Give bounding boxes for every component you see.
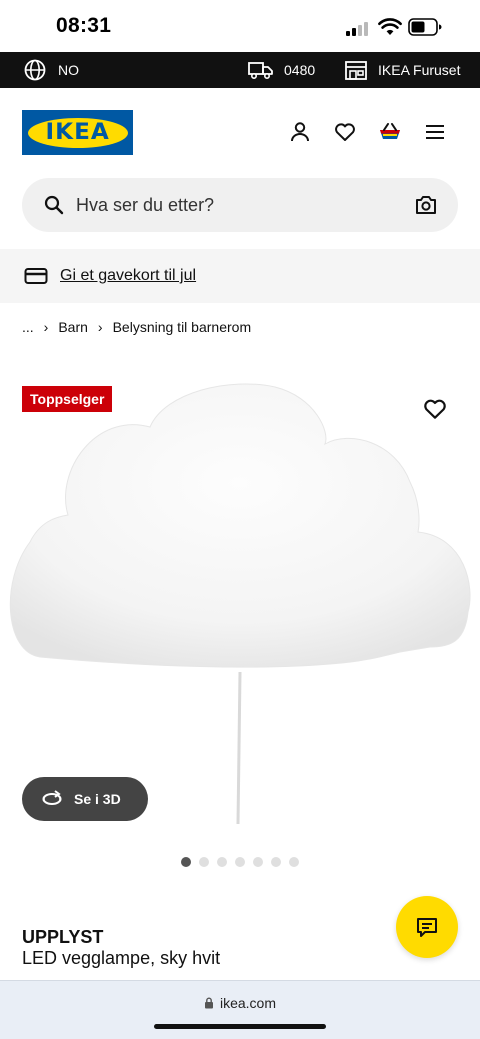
top-strip: NO 0480 IKEA Furuset [0, 52, 480, 88]
gift-card-icon [24, 268, 48, 284]
heart-icon[interactable] [333, 120, 357, 144]
store-label: IKEA Furuset [378, 62, 461, 78]
site-header: IKEA [0, 88, 480, 178]
status-bar: 08:31 [0, 0, 480, 52]
chat-button[interactable] [396, 896, 458, 958]
store-selector[interactable]: IKEA Furuset [344, 52, 460, 88]
battery-icon [408, 18, 442, 36]
language-selector[interactable]: NO [24, 52, 79, 88]
carousel-dot[interactable] [289, 857, 299, 867]
postcode-selector[interactable]: 0480 [248, 52, 315, 88]
browser-url-bar[interactable]: ikea.com [0, 980, 480, 1039]
store-icon [345, 61, 367, 80]
carousel-dot[interactable] [271, 857, 281, 867]
chevron-right-icon: › [43, 319, 49, 335]
basket-icon[interactable] [378, 120, 402, 144]
truck-icon [248, 62, 273, 80]
wifi-icon [378, 18, 402, 35]
cellular-signal-icon [346, 20, 370, 36]
breadcrumb-item-lighting[interactable]: Belysning til barnerom [113, 319, 252, 335]
product-name: UPPLYST [22, 927, 104, 947]
view-3d-button[interactable]: Se i 3D [22, 777, 148, 821]
camera-icon[interactable] [414, 193, 438, 217]
home-indicator[interactable] [154, 1024, 326, 1029]
carousel-dot[interactable] [235, 857, 245, 867]
search-bar[interactable] [22, 178, 458, 232]
image-carousel-dots [181, 857, 299, 867]
chat-icon [417, 918, 437, 937]
breadcrumb-ellipsis[interactable]: ... [22, 319, 34, 335]
bestseller-badge: Toppselger [22, 386, 113, 412]
carousel-dot[interactable] [199, 857, 209, 867]
globe-icon [24, 59, 46, 81]
url-display[interactable]: ikea.com [0, 995, 480, 1011]
user-icon[interactable] [288, 120, 312, 144]
favorite-heart-icon[interactable] [422, 396, 448, 422]
postcode-label: 0480 [284, 62, 316, 78]
view-3d-label: Se i 3D [74, 791, 121, 807]
menu-icon[interactable] [423, 120, 447, 144]
breadcrumb-item-barn[interactable]: Barn [58, 319, 88, 335]
gift-card-banner[interactable]: Gi et gavekort til jul [0, 249, 480, 303]
logo-oval: IKEA [27, 117, 128, 148]
status-time: 08:31 [56, 14, 112, 37]
carousel-dot[interactable] [253, 857, 263, 867]
carousel-dot[interactable] [181, 857, 191, 867]
product-description: LED vegglampe, sky hvit [22, 948, 221, 968]
logo-text: IKEA [45, 120, 110, 145]
carousel-dot[interactable] [217, 857, 227, 867]
rotate-3d-icon [42, 790, 62, 806]
ikea-logo[interactable]: IKEA [22, 110, 133, 155]
search-icon [44, 195, 64, 215]
breadcrumb: ... › Barn › Belysning til barnerom [22, 318, 251, 336]
gift-card-link[interactable]: Gi et gavekort til jul [60, 267, 196, 285]
search-input[interactable] [76, 178, 396, 232]
lock-icon [204, 997, 213, 1009]
url-text: ikea.com [219, 995, 277, 1011]
chevron-right-icon: › [97, 319, 103, 335]
language-label: NO [58, 62, 79, 78]
